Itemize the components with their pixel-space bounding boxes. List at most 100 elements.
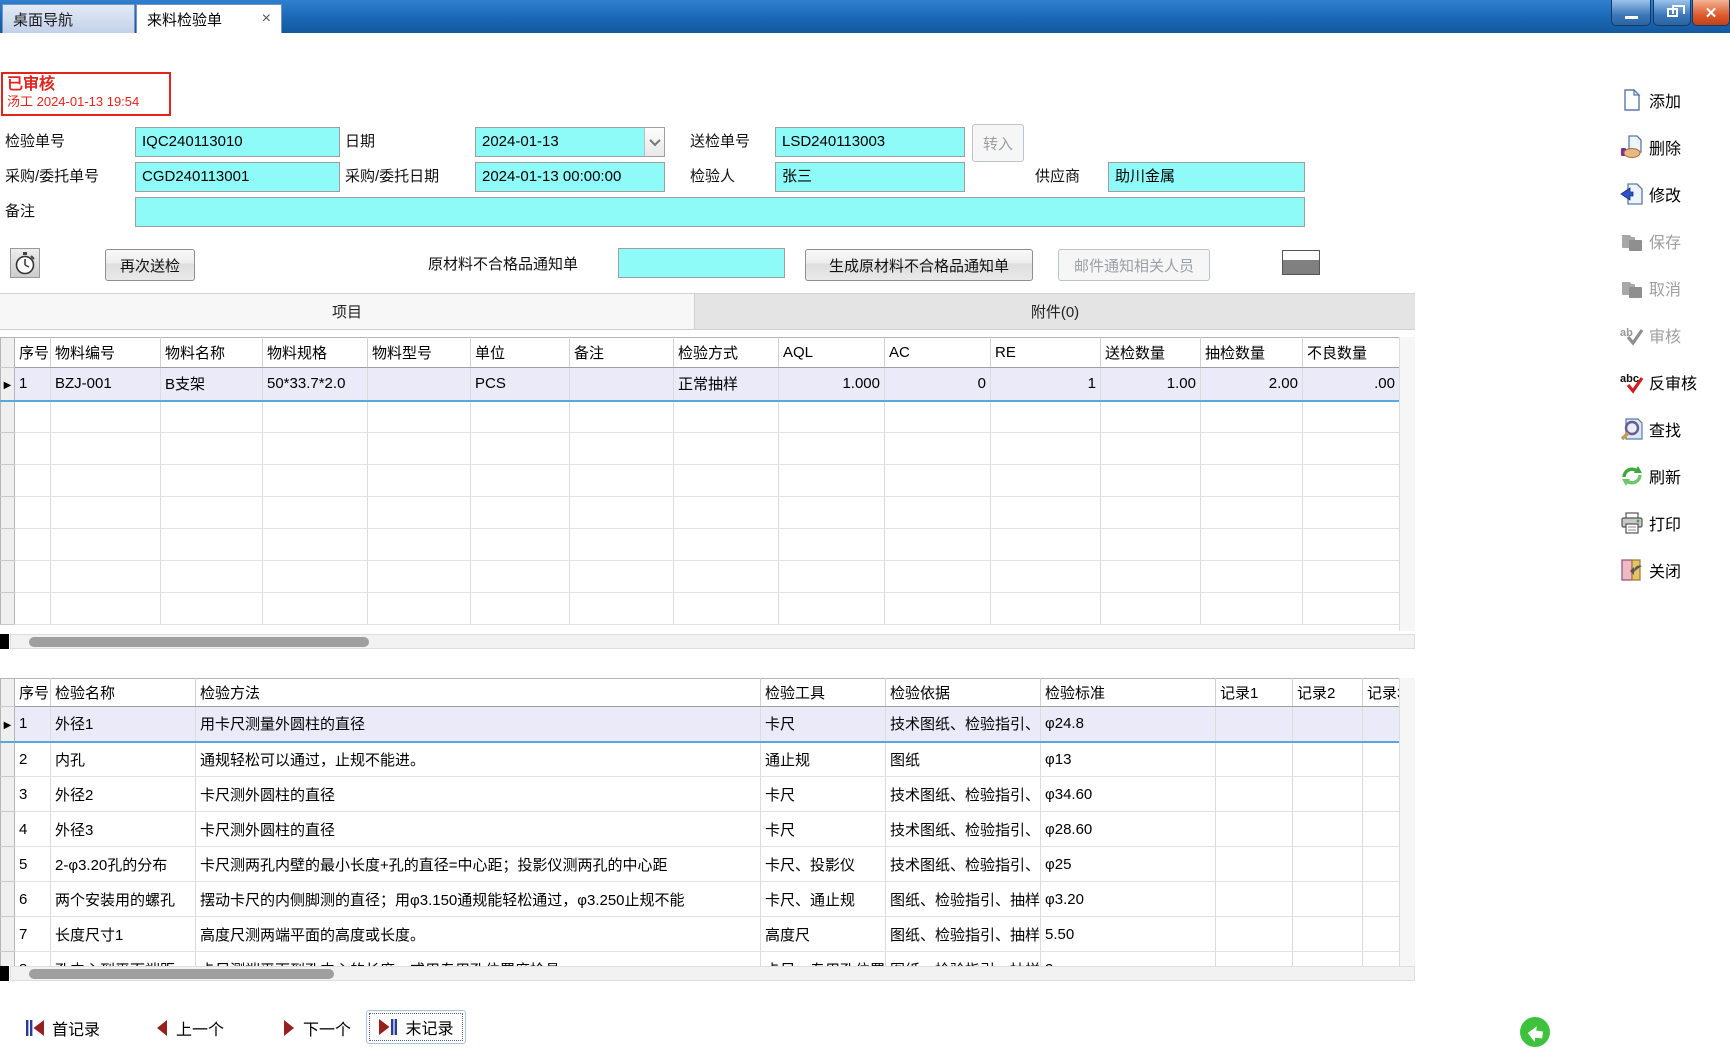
sidebar-modify-button[interactable]: 修改: [1620, 178, 1730, 210]
next-record-icon: [282, 1019, 296, 1037]
first-record-icon: [25, 1019, 45, 1037]
column-header[interactable]: 检验方法: [196, 679, 761, 707]
column-header[interactable]: 物料规格: [263, 338, 368, 368]
inspection-grid-hscrollbar[interactable]: [10, 966, 1415, 981]
tab-desktop-nav[interactable]: 桌面导航: [2, 4, 135, 33]
sidebar-print-button[interactable]: 打印: [1620, 507, 1730, 539]
column-header[interactable]: 物料编号: [51, 338, 161, 368]
table-row[interactable]: 8孔中心到平面端距卡尺测端平面到孔中心的长度，或用专用孔位置度检具。卡尺、专用孔…: [1, 952, 1400, 967]
sidebar-refresh-button[interactable]: 刷新: [1620, 460, 1730, 492]
nav-label: 首记录: [52, 1016, 100, 1040]
column-header[interactable]: 序号: [15, 679, 51, 707]
column-header[interactable]: AQL: [779, 338, 885, 368]
tab-attachments[interactable]: 附件(0): [695, 294, 1415, 329]
supplier-field[interactable]: 助川金属: [1108, 162, 1305, 192]
table-row[interactable]: 2内孔通规轻松可以通过，止规不能进。通止规图纸φ13: [1, 742, 1400, 777]
floating-action-button[interactable]: [1518, 1015, 1552, 1049]
column-header[interactable]: 抽检数量: [1201, 338, 1303, 368]
purchase-no-label: 采购/委托单号: [5, 162, 99, 192]
sidebar-label: 关闭: [1649, 558, 1681, 582]
sidebar-audit-button[interactable]: ab 审核: [1620, 319, 1730, 351]
transfer-button[interactable]: 转入: [972, 124, 1024, 162]
column-header[interactable]: 检验名称: [51, 679, 196, 707]
date-combo[interactable]: 2024-01-13: [475, 127, 665, 157]
column-header[interactable]: 不良数量: [1303, 338, 1400, 368]
purchase-no-field[interactable]: CGD240113001: [135, 162, 340, 192]
inspection-grid-vscrollbar[interactable]: [1399, 678, 1415, 966]
chevron-down-icon[interactable]: [644, 128, 664, 156]
items-grid-vscrollbar[interactable]: [1399, 337, 1415, 631]
nav-label: 末记录: [405, 1015, 453, 1039]
table-row[interactable]: 3外径2卡尺测外圆柱的直径卡尺技术图纸、检验指引、抽样标准φ34.60: [1, 777, 1400, 812]
tab-items[interactable]: 项目: [0, 294, 695, 329]
email-notify-button[interactable]: 邮件通知相关人员: [1058, 249, 1210, 281]
table-row[interactable]: 4外径3卡尺测外圆柱的直径卡尺技术图纸、检验指引、抽样标准φ28.60: [1, 812, 1400, 847]
table-row[interactable]: 7长度尺寸1高度尺测两端平面的高度或长度。高度尺图纸、检验指引、抽样标准5.50: [1, 917, 1400, 952]
sidebar-find-button[interactable]: 查找: [1620, 413, 1730, 445]
table-row[interactable]: 1BZJ-001B支架50*33.7*2.0PCS正常抽样1.000011.00…: [1, 368, 1400, 401]
row-selector: [1, 882, 15, 917]
stopwatch-icon: [13, 251, 37, 275]
sidebar-close-button[interactable]: 关闭: [1620, 554, 1730, 586]
restore-button[interactable]: [1653, 0, 1691, 26]
row-selector: [1, 368, 15, 401]
inspector-field[interactable]: 张三: [775, 162, 965, 192]
nav-last-record[interactable]: 末记录: [366, 1010, 466, 1044]
sidebar-save-button[interactable]: 保存: [1620, 225, 1730, 257]
audit-check-icon: ab: [1620, 323, 1644, 347]
row-selector: [1, 707, 15, 742]
sidebar-label: 审核: [1649, 323, 1681, 347]
column-header[interactable]: 序号: [15, 338, 51, 368]
nav-previous-record[interactable]: 上一个: [155, 1013, 224, 1043]
sidebar-add-button[interactable]: 添加: [1620, 84, 1730, 116]
sidebar-label: 添加: [1649, 88, 1681, 112]
column-header[interactable]: 记录2: [1293, 679, 1363, 707]
tab-incoming-inspection[interactable]: 来料检验单 ×: [136, 4, 282, 33]
minimize-button[interactable]: [1611, 0, 1651, 26]
column-header[interactable]: 检验标准: [1041, 679, 1216, 707]
nav-next-record[interactable]: 下一个: [282, 1013, 351, 1043]
nav-first-record[interactable]: 首记录: [25, 1013, 100, 1043]
current-row-marker-icon: [4, 375, 12, 392]
svg-text:ab: ab: [1620, 327, 1633, 339]
column-header[interactable]: 物料名称: [161, 338, 263, 368]
column-header[interactable]: 记录1: [1216, 679, 1293, 707]
audit-status: 已审核: [7, 76, 165, 94]
items-grid-hscrollbar[interactable]: [10, 634, 1415, 649]
tab-close-icon[interactable]: ×: [262, 11, 271, 27]
column-header[interactable]: 检验依据: [886, 679, 1041, 707]
column-header[interactable]: 检验工具: [761, 679, 886, 707]
stopwatch-button[interactable]: [10, 248, 40, 278]
column-header[interactable]: 备注: [570, 338, 674, 368]
close-button[interactable]: ✕: [1692, 0, 1730, 26]
table-row[interactable]: 1外径1用卡尺测量外圆柱的直径卡尺技术图纸、检验指引、抽样标准φ24.8: [1, 707, 1400, 742]
scrollbar-thumb[interactable]: [29, 637, 369, 647]
generate-defect-notice-button[interactable]: 生成原材料不合格品通知单: [805, 249, 1033, 281]
inspection-grid: 序号检验名称检验方法检验工具检验依据检验标准记录1记录2记录31外径1用卡尺测量…: [0, 678, 1400, 966]
column-header[interactable]: 物料型号: [368, 338, 471, 368]
column-header[interactable]: 记录3: [1363, 679, 1400, 707]
column-header[interactable]: 单位: [471, 338, 570, 368]
column-header[interactable]: RE: [991, 338, 1101, 368]
detail-tabstrip: 项目 附件(0): [0, 293, 1415, 330]
defect-notice-field[interactable]: [618, 248, 785, 278]
inspection-no-field[interactable]: IQC240113010: [135, 127, 340, 157]
sidebar-unaudit-button[interactable]: abc 反审核: [1620, 366, 1730, 398]
column-header[interactable]: 送检数量: [1101, 338, 1201, 368]
resend-inspection-button[interactable]: 再次送检: [105, 249, 195, 281]
table-row[interactable]: 52-φ3.20孔的分布卡尺测两孔内壁的最小长度+孔的直径=中心距；投影仪测两孔…: [1, 847, 1400, 882]
table-row[interactable]: 6两个安装用的螺孔摆动卡尺的内侧脚测的直径；用φ3.150通规能轻松通过，φ3.…: [1, 882, 1400, 917]
nav-label: 下一个: [303, 1016, 351, 1040]
delivery-no-field[interactable]: LSD240113003: [775, 127, 965, 157]
purchase-date-field[interactable]: 2024-01-13 00:00:00: [475, 162, 665, 192]
row-selector-header: [1, 338, 15, 368]
column-header[interactable]: 检验方式: [674, 338, 779, 368]
column-header[interactable]: AC: [885, 338, 991, 368]
sidebar-cancel-button[interactable]: 取消: [1620, 272, 1730, 304]
remark-field[interactable]: [135, 197, 1305, 227]
svg-text:abc: abc: [1620, 373, 1639, 385]
supplier-label: 供应商: [1035, 162, 1080, 192]
row-selector-header: [1, 679, 15, 707]
sidebar-delete-button[interactable]: 删除: [1620, 131, 1730, 163]
scrollbar-thumb[interactable]: [29, 969, 334, 979]
